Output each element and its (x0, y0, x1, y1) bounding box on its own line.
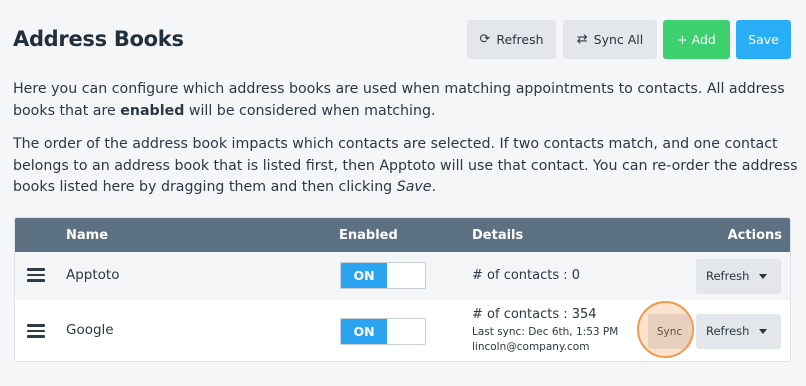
refresh-button[interactable]: ⟳ Refresh (467, 20, 556, 59)
intro-p1-text-end: will be considered when matching. (184, 102, 436, 119)
add-button[interactable]: + Add (663, 20, 730, 59)
add-button-label: + Add (677, 32, 716, 47)
header-actions: Actions (727, 228, 782, 243)
table-row[interactable]: Google ON # of contacts : 354 Last sync:… (15, 300, 790, 361)
header-enabled: Enabled (339, 228, 398, 243)
row-details: # of contacts : 354 Last sync: Dec 6th, … (472, 307, 618, 355)
refresh-icon: ⟳ (479, 32, 491, 47)
address-books-table: Name Enabled Details Actions Apptoto ON … (14, 217, 791, 362)
refresh-dropdown-button[interactable]: Refresh (696, 259, 781, 294)
page-title: Address Books (13, 27, 184, 51)
refresh-dropdown-button[interactable]: Refresh (696, 314, 781, 349)
row-name: Google (66, 322, 114, 338)
caret-down-icon (759, 274, 767, 279)
account-email: lincoln@company.com (472, 341, 590, 353)
refresh-button-label: Refresh (496, 32, 544, 47)
toggle-on-label: ON (341, 263, 387, 288)
save-button-label: Save (748, 32, 779, 47)
table-row[interactable]: Apptoto ON # of contacts : 0 Refresh (15, 252, 790, 300)
header-name: Name (66, 228, 109, 243)
intro-paragraph-1: Here you can configure which address boo… (13, 79, 798, 122)
intro-paragraph-2: The order of the address book impacts wh… (13, 134, 798, 199)
row-details: # of contacts : 0 (472, 268, 580, 283)
enabled-toggle[interactable]: ON (340, 262, 426, 289)
enabled-toggle[interactable]: ON (340, 318, 426, 345)
drag-handle-icon[interactable] (27, 268, 45, 282)
sync-icon: ⇄ (576, 32, 588, 47)
caret-down-icon (759, 329, 767, 334)
intro-p2-italic: Save (396, 179, 432, 195)
contacts-count: # of contacts : 0 (472, 268, 581, 283)
intro-p2-text-end: . (431, 179, 437, 195)
intro-p1-bold: enabled (120, 102, 185, 119)
contacts-count: # of contacts : 354 (472, 307, 597, 322)
sync-all-button[interactable]: ⇄ Sync All (563, 20, 657, 59)
sync-all-button-label: Sync All (593, 32, 644, 47)
row-name: Apptoto (66, 267, 120, 283)
refresh-dropdown-label: Refresh (706, 269, 750, 283)
header-details: Details (472, 228, 524, 243)
table-header: Name Enabled Details Actions (15, 218, 790, 252)
toggle-on-label: ON (341, 319, 387, 344)
last-sync: Last sync: Dec 6th, 1:53 PM (472, 326, 619, 338)
refresh-dropdown-label: Refresh (706, 324, 750, 338)
save-button[interactable]: Save (736, 20, 791, 59)
drag-handle-icon[interactable] (27, 324, 45, 338)
sync-button[interactable]: Sync (648, 314, 691, 349)
